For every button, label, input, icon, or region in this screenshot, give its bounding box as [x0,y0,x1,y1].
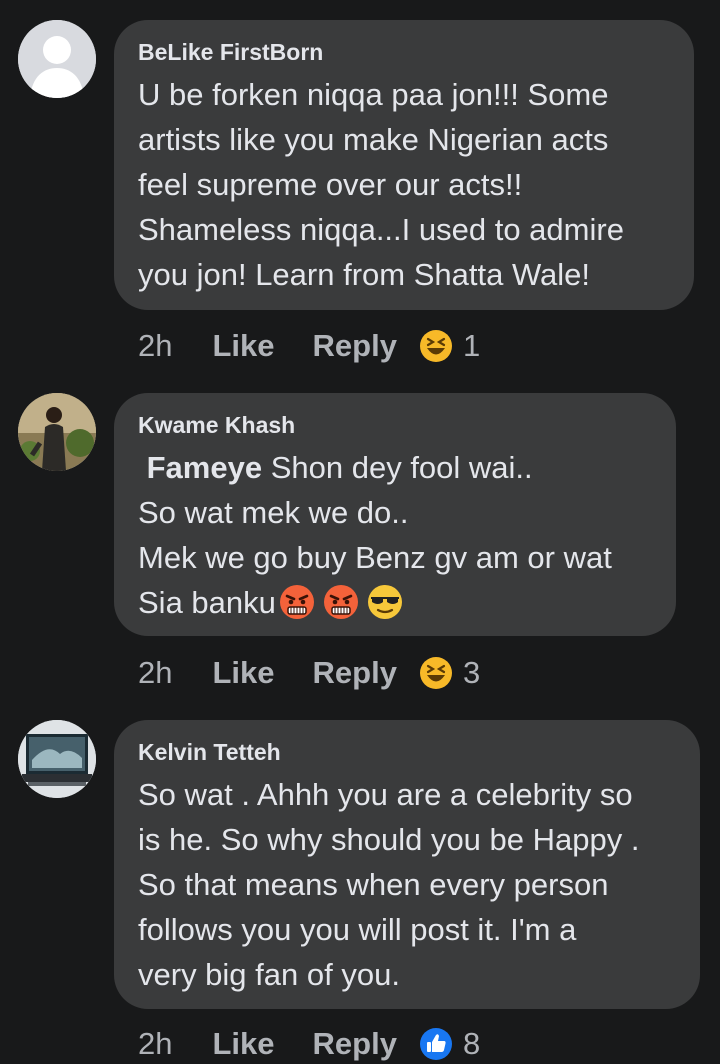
reply-button[interactable]: Reply [313,328,397,364]
comment-text: Fameye Shon dey fool wai.. So wat mek we… [138,445,650,625]
like-button[interactable]: Like [212,328,274,364]
mention-tag[interactable]: Fameye [147,450,262,485]
comment-author[interactable]: Kwame Khash [138,411,650,439]
avatar[interactable] [18,720,96,798]
like-reaction-icon [419,1028,452,1060]
laptop-photo-icon [18,720,96,798]
comment-actions: 2h Like Reply 3 [138,653,480,693]
comment-bubble: Kwame Khash Fameye Shon dey fool wai.. S… [114,393,676,636]
haha-reaction-icon [419,330,452,362]
comment-time[interactable]: 2h [138,655,172,691]
comment-text: U be forken niqqa paa jon!!! Some artist… [138,77,624,292]
reaction-count: 1 [462,328,481,363]
comment-author[interactable]: BeLike FirstBorn [138,38,668,66]
like-button[interactable]: Like [212,1026,274,1062]
comment-time[interactable]: 2h [138,1026,172,1062]
comment-actions: 2h Like Reply 1 [138,326,480,366]
like-button[interactable]: Like [212,655,274,691]
comment-bubble: BeLike FirstBorn U be forken niqqa paa j… [114,20,694,310]
comment-text: So wat . Ahhh you are a celebrity so is … [138,777,640,992]
comment-author[interactable]: Kelvin Tetteh [138,738,674,766]
reaction-summary[interactable]: 1 [419,328,480,364]
comment-time[interactable]: 2h [138,328,172,364]
default-profile-icon [18,20,96,98]
reply-button[interactable]: Reply [313,1026,397,1062]
reaction-summary[interactable]: 8 [419,1026,480,1062]
comment-bubble: Kelvin Tetteh So wat . Ahhh you are a ce… [114,720,700,1009]
angry-face-icon [279,585,314,619]
person-photo-icon [18,393,96,471]
reaction-count: 3 [462,655,481,690]
avatar[interactable] [18,393,96,471]
avatar[interactable] [18,20,96,98]
angry-face-icon [323,585,358,619]
haha-reaction-icon [419,657,452,689]
reaction-count: 8 [462,1026,481,1061]
comment-actions: 2h Like Reply 8 [138,1024,480,1064]
reaction-summary[interactable]: 3 [419,655,480,691]
sunglasses-face-icon [367,585,402,619]
reply-button[interactable]: Reply [313,655,397,691]
